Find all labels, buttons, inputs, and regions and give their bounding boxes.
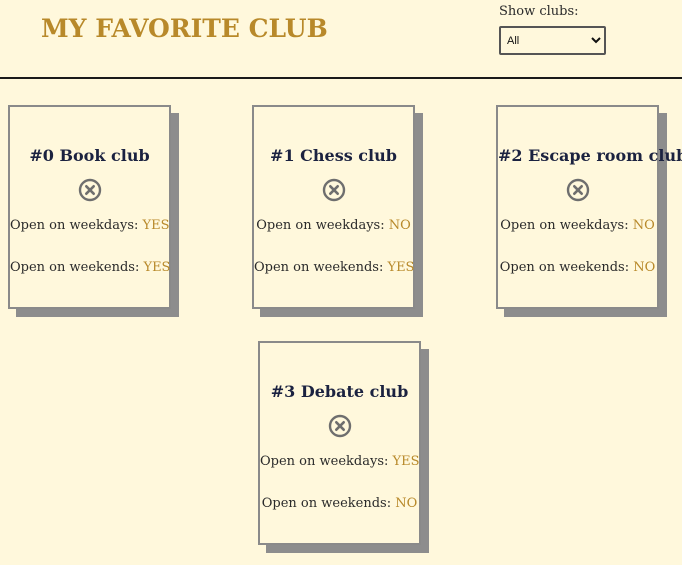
show-clubs-label: Show clubs: bbox=[499, 4, 579, 19]
club-card: #0 Book club Open on weekdays: YES Open … bbox=[8, 105, 171, 309]
weekends-value: NO bbox=[633, 260, 656, 275]
weekends-line: Open on weekends: YES bbox=[10, 260, 171, 275]
weekdays-value: NO bbox=[388, 218, 411, 233]
weekends-line: Open on weekends: YES bbox=[254, 260, 415, 275]
weekdays-label: Open on weekdays: bbox=[256, 218, 385, 233]
weekdays-line: Open on weekdays: NO bbox=[254, 218, 413, 233]
club-card: #1 Chess club Open on weekdays: NO Open … bbox=[252, 105, 415, 309]
weekdays-value: NO bbox=[632, 218, 655, 233]
weekends-value: YES bbox=[387, 260, 415, 275]
show-clubs-select[interactable]: All bbox=[499, 26, 606, 55]
close-circle-icon[interactable] bbox=[322, 178, 346, 202]
club-card: #2 Escape room club Open on weekdays: NO… bbox=[496, 105, 682, 309]
weekends-label: Open on weekends: bbox=[10, 260, 140, 275]
weekends-label: Open on weekends: bbox=[254, 260, 384, 275]
club-title: #0 Book club bbox=[29, 146, 150, 165]
weekdays-label: Open on weekdays: bbox=[260, 454, 389, 469]
weekends-line: Open on weekends: NO bbox=[260, 496, 419, 511]
close-circle-icon[interactable] bbox=[328, 414, 352, 438]
club-title: #3 Debate club bbox=[270, 382, 409, 401]
weekends-line: Open on weekends: NO bbox=[498, 260, 657, 275]
club-card: #3 Debate club Open on weekdays: YES Ope… bbox=[258, 341, 421, 545]
weekdays-line: Open on weekdays: NO bbox=[498, 218, 657, 233]
close-circle-icon[interactable] bbox=[78, 178, 102, 202]
weekdays-line: Open on weekdays: YES bbox=[260, 454, 420, 469]
weekdays-line: Open on weekdays: YES bbox=[10, 218, 170, 233]
club-title: #1 Chess club bbox=[270, 146, 397, 165]
weekdays-value: YES bbox=[142, 218, 170, 233]
close-circle-icon[interactable] bbox=[566, 178, 590, 202]
weekends-value: NO bbox=[395, 496, 418, 511]
weekends-value: YES bbox=[143, 260, 171, 275]
page-header: MY FAVORITE CLUB Show clubs: All bbox=[0, 0, 682, 79]
weekends-label: Open on weekends: bbox=[499, 260, 630, 275]
weekdays-label: Open on weekdays: bbox=[10, 218, 139, 233]
club-title: #2 Escape room club bbox=[498, 146, 682, 165]
weekdays-value: YES bbox=[392, 454, 420, 469]
page-title: MY FAVORITE CLUB bbox=[41, 14, 328, 43]
weekends-label: Open on weekends: bbox=[261, 496, 392, 511]
weekdays-label: Open on weekdays: bbox=[500, 218, 629, 233]
